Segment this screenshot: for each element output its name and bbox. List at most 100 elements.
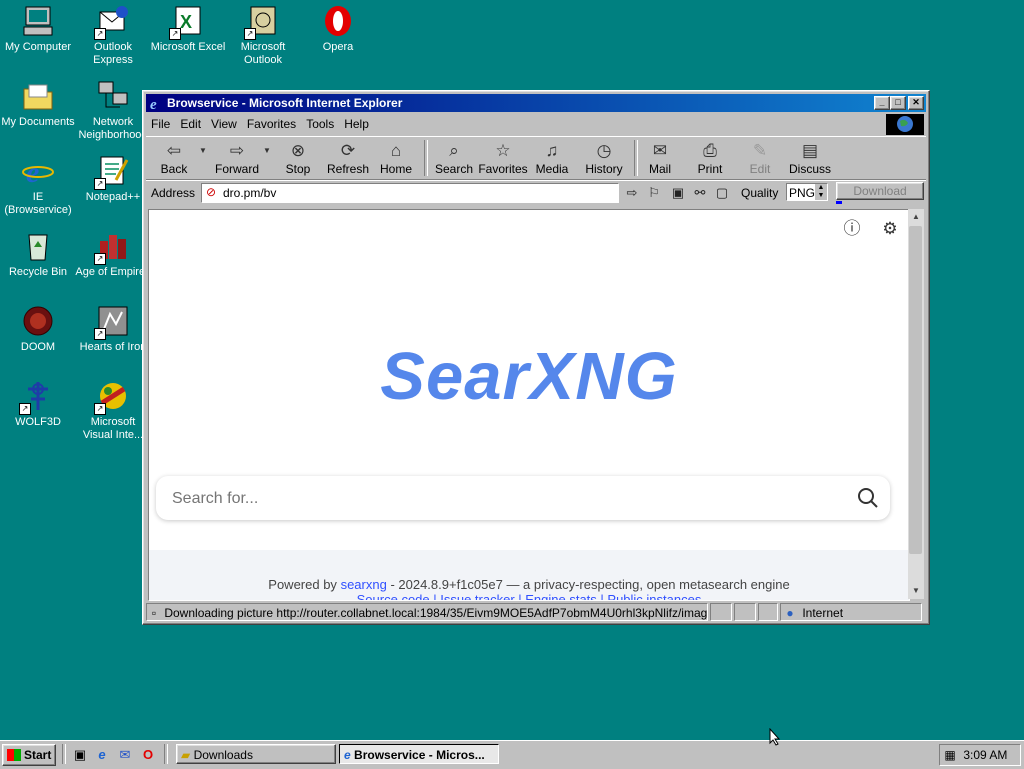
desktop-icon-hearts-of-iron[interactable]: ↗ Hearts of Iron [75, 302, 151, 354]
age-of-empires-icon: ↗ [94, 229, 130, 265]
excel-icon: X ↗ [169, 4, 205, 40]
find-icon[interactable]: ⚯ [692, 185, 708, 201]
hearts-of-iron-icon: ↗ [94, 304, 130, 340]
vertical-scrollbar[interactable]: ▲ ▼ [908, 209, 924, 599]
stop-icon: ⊗ [290, 141, 306, 160]
desktop-icon-doom[interactable]: DOOM [0, 302, 76, 354]
taskbar: Start ▣ e ✉ O ▰ Downloads e Browservice … [0, 740, 1024, 769]
search-button[interactable]: ⌕ Search [432, 140, 476, 178]
search-icon[interactable] [856, 486, 880, 510]
start-button[interactable]: Start [2, 744, 56, 766]
desktop-icon-excel[interactable]: X ↗ Microsoft Excel [150, 2, 226, 54]
desktop-icon-wolf3d[interactable]: ↗ WOLF3D [0, 377, 76, 429]
quality-select[interactable]: PNG ▲ ▼ [786, 183, 828, 201]
menu-file[interactable]: File [146, 114, 175, 134]
page-viewport: ⓘ ⚙ SearXNG Powered by searxng - 2024.8.… [148, 209, 910, 601]
address-input[interactable]: ⊘ dro.pm/bv [201, 183, 619, 203]
back-button[interactable]: ⇦ Back [152, 140, 196, 178]
outlook-express-icon[interactable]: ✉ [117, 747, 133, 763]
desktop-icon-label: My Computer [4, 41, 72, 53]
desktop-icon-label: Microsoft Excel [150, 41, 226, 53]
go-arrow-icon[interactable]: ⇨ [624, 185, 640, 201]
menu-help[interactable]: Help [339, 114, 374, 134]
internet-explorer-icon[interactable]: e [94, 747, 110, 763]
edit-button[interactable]: ✎ Edit [742, 140, 778, 178]
clipboard-icon[interactable]: ▢ [714, 185, 730, 201]
toolbar-separator [634, 140, 638, 176]
quality-spinner[interactable]: ▲ ▼ [815, 184, 827, 200]
maximize-button[interactable]: □ [890, 96, 906, 110]
powered-suffix: - 2024.8.9+f1c05e7 — a privacy-respectin… [390, 577, 790, 592]
zone-label: Internet [802, 606, 844, 620]
opera-icon[interactable]: O [140, 747, 156, 763]
internet-explorer-icon: e [344, 748, 351, 762]
internet-explorer-icon: e [150, 97, 157, 111]
notepad-icon: ↗ [94, 154, 130, 190]
minimize-button[interactable]: _ [874, 96, 890, 110]
search-box [156, 476, 890, 520]
network-icon [96, 79, 130, 113]
forward-dropdown[interactable]: ▼ [262, 140, 272, 178]
scroll-thumb[interactable] [909, 226, 922, 554]
scroll-up-arrow-icon[interactable]: ▲ [908, 209, 924, 225]
system-tray: ▦ 3:09 AM [939, 744, 1021, 766]
scroll-down-arrow-icon[interactable]: ▼ [908, 583, 924, 599]
throbber-logo [886, 114, 924, 135]
show-desktop-icon[interactable]: ▣ [72, 747, 88, 763]
desktop-icon-outlook-express[interactable]: ↗ Outlook Express [75, 2, 151, 67]
desktop-icon-network[interactable]: Network Neighborhood [75, 77, 151, 142]
quality-label: Quality [741, 186, 779, 200]
menu-view[interactable]: View [206, 114, 242, 134]
desktop-icon-ie-browservice[interactable]: e IE (Browservice) [0, 152, 76, 217]
menu-tools[interactable]: Tools [301, 114, 339, 134]
desktop-icon-opera[interactable]: Opera [300, 2, 376, 54]
close-button[interactable]: ✕ [908, 96, 924, 110]
favorites-button[interactable]: ☆ Favorites [478, 140, 528, 178]
status-text-panel: ▫ Downloading picture http://router.coll… [146, 603, 708, 621]
task-browservice[interactable]: e Browservice - Micros... [339, 744, 499, 764]
scheduler-icon[interactable]: ▦ [940, 745, 960, 765]
desktop-icon-label: My Documents [1, 116, 75, 128]
download-button[interactable]: Download [836, 182, 924, 200]
print-button[interactable]: ⎙ Print [692, 140, 728, 178]
desktop-icon-my-computer[interactable]: My Computer [0, 2, 76, 54]
home-button[interactable]: ⌂ Home [378, 140, 414, 178]
desktop-icon-label: IE (Browservice) [4, 191, 72, 216]
security-zone: ● Internet [780, 603, 922, 621]
history-button[interactable]: ◷ History [582, 140, 626, 178]
forward-button[interactable]: ⇨ Forward [212, 140, 262, 178]
discuss-button[interactable]: ▤ Discuss [788, 140, 832, 178]
back-dropdown[interactable]: ▼ [198, 140, 208, 178]
clock[interactable]: 3:09 AM [963, 748, 1007, 762]
mail-button[interactable]: ✉ Mail [642, 140, 678, 178]
footer-links[interactable]: Source code | Issue tracker | Engine sta… [149, 592, 909, 600]
desktop-icon-my-documents[interactable]: My Documents [0, 77, 76, 129]
bookmark-icon[interactable]: ⚐ [646, 185, 662, 201]
menu-favorites[interactable]: Favorites [242, 114, 301, 134]
desktop-icon-outlook[interactable]: ↗ Microsoft Outlook [225, 2, 301, 67]
search-input[interactable] [170, 486, 834, 512]
desktop-icon-age-of-empires[interactable]: ↗ Age of Empires [75, 227, 151, 279]
media-button[interactable]: ♫ Media [534, 140, 570, 178]
desktop-icon-label: WOLF3D [15, 416, 61, 428]
stop-button[interactable]: ⊗ Stop [280, 140, 316, 178]
copy-icon[interactable]: ▣ [670, 185, 686, 201]
searxng-link[interactable]: searxng [341, 577, 387, 592]
desktop-icon-notepad-plus-plus[interactable]: ↗ Notepad++ [75, 152, 151, 204]
task-downloads[interactable]: ▰ Downloads [176, 744, 336, 764]
settings-gear-icon[interactable]: ⚙ [879, 218, 901, 240]
desktop-icon-visual-interdev[interactable]: ↗ Microsoft Visual Inte... [75, 377, 151, 442]
my-documents-icon [21, 79, 55, 113]
refresh-button[interactable]: ⟳ Refresh [326, 140, 370, 178]
opera-icon [321, 4, 355, 38]
menu-edit[interactable]: Edit [175, 114, 206, 134]
desktop-icon-label: Microsoft Visual Inte... [82, 416, 144, 441]
address-label: Address [151, 186, 196, 200]
status-text: Downloading picture http://router.collab… [164, 606, 708, 620]
title-bar[interactable]: e Browservice - Microsoft Internet Explo… [146, 94, 926, 112]
outlook-express-icon: ↗ [94, 4, 130, 40]
desktop-icon-label: Opera [322, 41, 354, 53]
task-label: Browservice - Micros... [354, 748, 485, 762]
desktop-icon-recycle-bin[interactable]: Recycle Bin [0, 227, 76, 279]
info-icon[interactable]: ⓘ [841, 218, 863, 240]
